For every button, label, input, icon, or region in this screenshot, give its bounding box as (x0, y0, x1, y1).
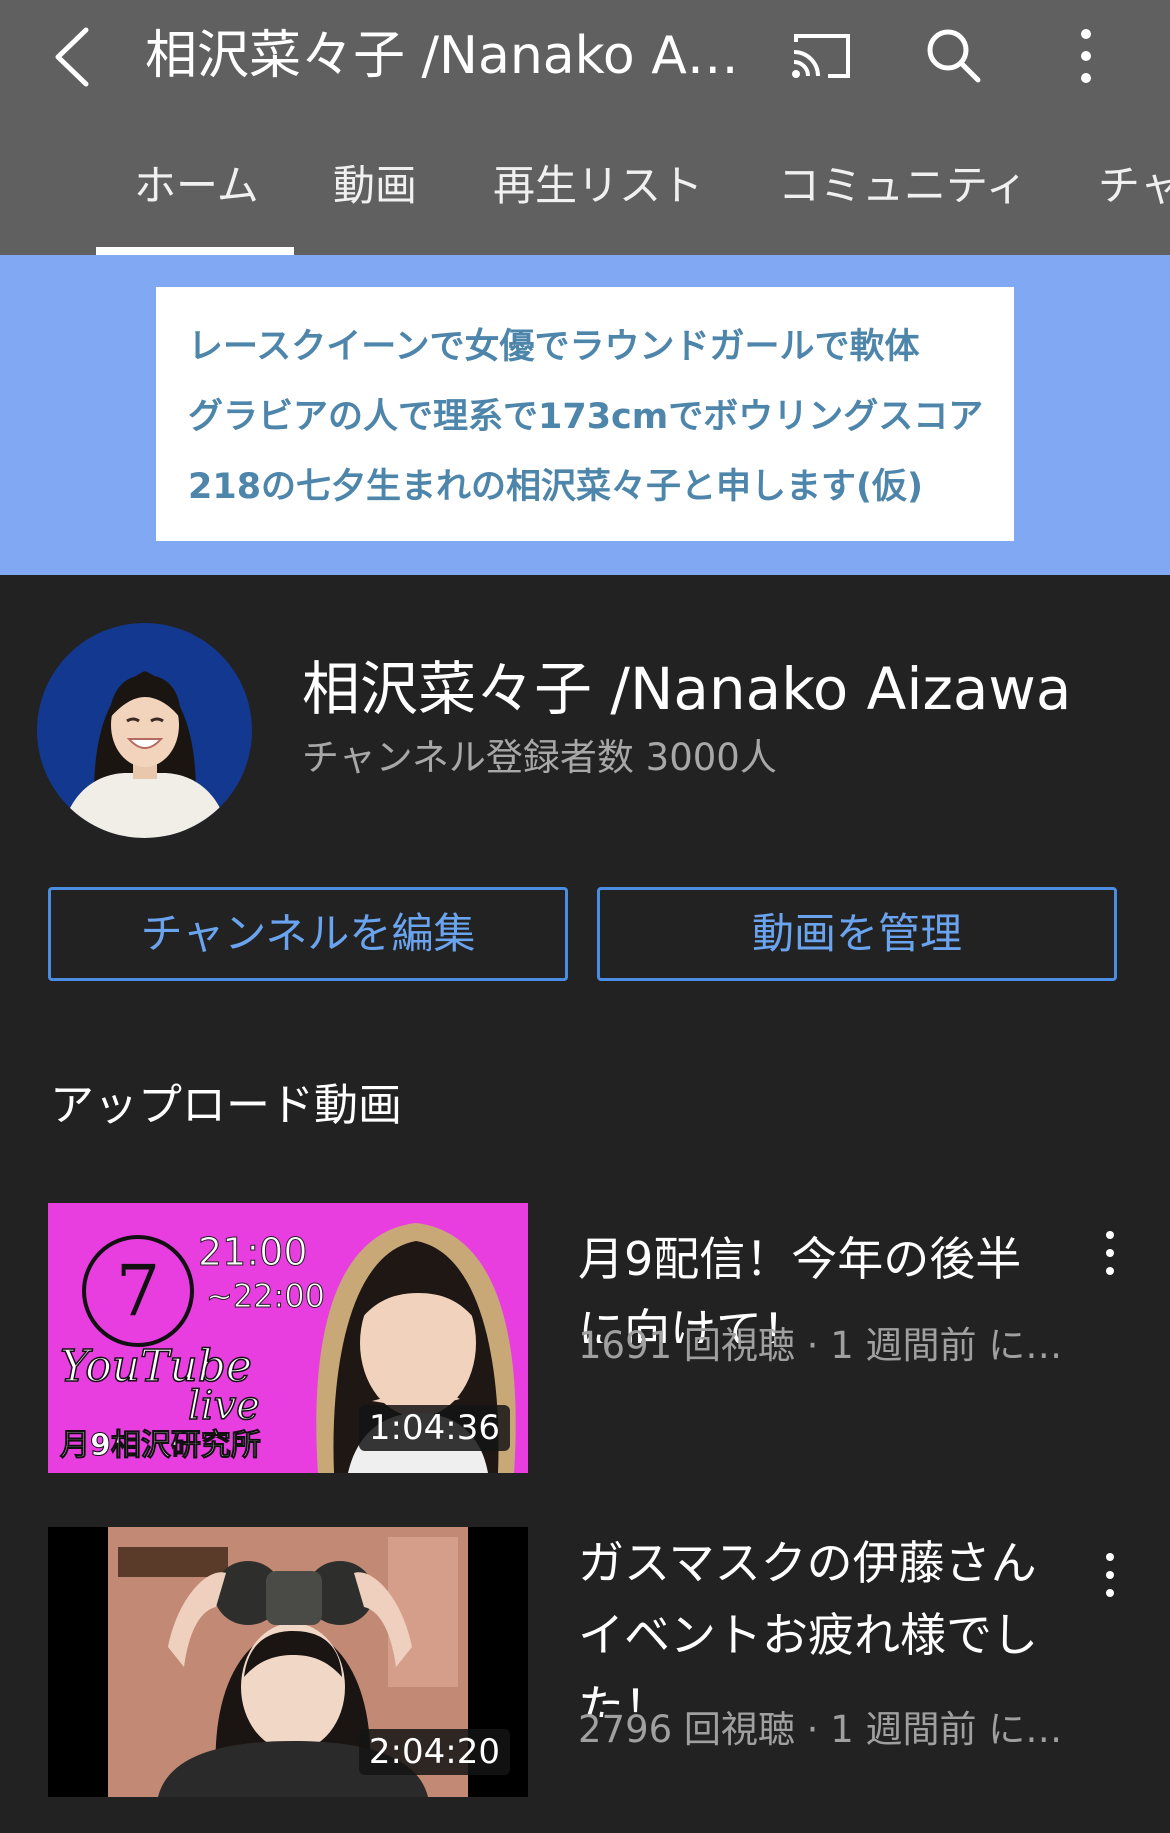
subscriber-count: チャンネル登録者数 3000人 (302, 736, 777, 779)
channel-name: 相沢菜々子 /Nanako Aizawa (302, 655, 1072, 723)
search-icon[interactable] (924, 26, 982, 84)
tab-channels[interactable]: チャ (1098, 158, 1170, 214)
video-thumbnail[interactable]: 2:04:20 (48, 1527, 528, 1797)
tab-community[interactable]: コミュニティ (778, 158, 1027, 214)
video-more-icon[interactable] (1098, 1229, 1122, 1277)
thumb-number: 7 (116, 1250, 161, 1332)
video-duration: 2:04:20 (358, 1729, 510, 1775)
tab-playlists[interactable]: 再生リスト (493, 158, 703, 214)
channel-tabs: ホーム 動画 再生リスト コミュニティ チャ (0, 150, 1170, 255)
app-bar: 相沢菜々子 /Nanako A… ホーム 動画 再生リスト コミュニティ チャ (0, 0, 1170, 255)
uploads-section-title: アップロード動画 (50, 1080, 402, 1131)
channel-avatar[interactable] (37, 623, 252, 838)
video-meta: 2796 回視聴 · 1 週間前 に… (578, 1708, 1058, 1751)
video-thumbnail[interactable]: 7 21:00 ~22:00 YouTube live 月9相沢研究所 1:04… (48, 1203, 528, 1473)
avatar-photo (37, 623, 252, 838)
banner-line: レースクイーンで女優でラウンドガールで軟体 (188, 327, 920, 367)
cast-icon[interactable] (790, 30, 854, 82)
banner-line: 218の七夕生まれの相沢菜々子と申します(仮) (188, 467, 924, 507)
video-title[interactable]: ガスマスクの伊藤さんイベントお疲れ様でした！ (578, 1527, 1048, 1717)
active-tab-indicator (96, 247, 294, 255)
thumb-caption: 月9相沢研究所 (60, 1428, 261, 1463)
video-duration: 1:04:36 (358, 1405, 510, 1451)
manage-videos-button[interactable]: 動画を管理 (597, 887, 1117, 981)
channel-title: 相沢菜々子 /Nanako A… (145, 26, 739, 86)
thumb-end-time: ~22:00 (206, 1277, 325, 1315)
thumb-live-text: live (188, 1383, 260, 1429)
tab-home[interactable]: ホーム (134, 158, 259, 214)
video-more-icon[interactable] (1098, 1551, 1122, 1599)
channel-banner: レースクイーンで女優でラウンドガールで軟体 グラビアの人で理系で173cmでボウ… (0, 255, 1170, 575)
tab-videos[interactable]: 動画 (333, 158, 417, 214)
thumb-start-time: 21:00 (198, 1230, 308, 1274)
back-arrow-icon[interactable] (48, 24, 96, 90)
banner-card: レースクイーンで女優でラウンドガールで軟体 グラビアの人で理系で173cmでボウ… (156, 287, 1014, 541)
more-options-icon[interactable] (1068, 26, 1104, 86)
edit-channel-button[interactable]: チャンネルを編集 (48, 887, 568, 981)
video-meta: 1691 回視聴 · 1 週間前 に… (578, 1324, 1058, 1367)
banner-line: グラビアの人で理系で173cmでボウリングスコア (188, 397, 984, 437)
